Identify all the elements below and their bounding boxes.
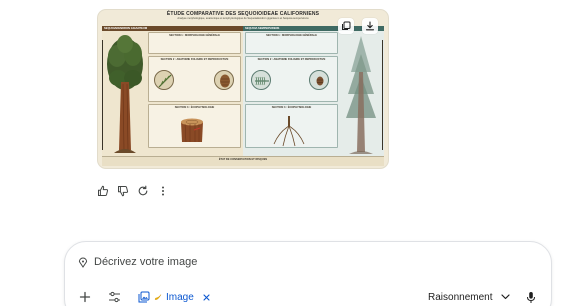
height-scale <box>102 40 103 150</box>
regenerate-button[interactable] <box>135 183 150 198</box>
plus-icon <box>79 291 91 303</box>
model-selector-label: Raisonnement <box>428 291 493 303</box>
right-section2-title: SECTION 2 : ANATOMIE FOLIAIRE ET REPRODU… <box>257 58 326 61</box>
tools-button[interactable] <box>108 289 121 305</box>
right-section3-title: SECTION 3 : ÉCOPHYSIOLOGIE <box>271 106 312 109</box>
image-chip-label: Image <box>166 291 194 303</box>
foliage-detail-circle <box>154 70 174 90</box>
thumb-up-icon <box>97 185 108 196</box>
stump-cross-section-illustration <box>181 118 203 143</box>
poster-footer-title: ÉTAT DE CONSERVATION ET RISQUES <box>218 158 268 161</box>
roots-illustration <box>273 116 305 147</box>
image-mode-chip[interactable]: Image <box>138 289 211 305</box>
poster-right-column: SEQUOIA SEMPERVIRENS SECTION 1 : MORPHOL… <box>243 26 384 162</box>
chevron-down-icon <box>501 294 511 300</box>
small-cone-detail-circle <box>309 70 329 90</box>
microphone-button[interactable] <box>526 289 536 305</box>
prompt-input[interactable]: Décrivez votre image <box>78 256 197 268</box>
prompt-toolbar: Image Raisonnement <box>78 289 552 305</box>
download-icon <box>365 21 375 31</box>
add-button[interactable] <box>79 289 91 305</box>
prompt-placeholder: Décrivez votre image <box>94 256 198 268</box>
height-scale-right <box>382 40 383 150</box>
left-section2-title: SECTION 2 : ANATOMIE FOLIAIRE ET REPRODU… <box>160 58 229 61</box>
coast-redwood-tree-illustration <box>346 36 376 154</box>
left-section1-title: SECTION 1 : MORPHOLOGIE GÉNÉRALE <box>169 34 220 37</box>
banana-icon <box>154 294 162 300</box>
needles-detail-circle <box>251 70 271 90</box>
left-column-header: SEQUOIADENDRON GIGANTEUM <box>102 26 243 31</box>
microphone-icon <box>527 291 535 303</box>
more-vert-icon <box>161 186 164 195</box>
left-section3-title: SECTION 3 : ÉCOPHYSIOLOGIE <box>174 106 215 109</box>
cone-detail-circle <box>214 70 234 90</box>
left-section-morphology: SECTION 1 : MORPHOLOGIE GÉNÉRALE <box>148 32 241 54</box>
right-section1-title: SECTION 1 : MORPHOLOGIE GÉNÉRALE <box>266 34 317 37</box>
poster-subtitle: Analyse morphologique, anatomique et éco… <box>177 17 309 20</box>
generated-image[interactable]: ÉTUDE COMPARATIVE DES SEQUOIOIDEAE CALIF… <box>98 10 388 168</box>
poster-footer: ÉTAT DE CONSERVATION ET RISQUES <box>102 156 384 166</box>
tune-icon <box>109 291 120 303</box>
giant-sequoia-tree-illustration <box>107 35 143 153</box>
response-actions <box>95 183 170 198</box>
copy-image-button[interactable] <box>338 18 354 34</box>
thumb-down-button[interactable] <box>115 183 130 198</box>
image-gallery-icon <box>138 291 150 303</box>
close-icon[interactable] <box>202 293 211 302</box>
poster-left-column: SEQUOIADENDRON GIGANTEUM SECTION 1 : MOR… <box>102 26 243 162</box>
download-image-button[interactable] <box>362 18 378 34</box>
copy-icon <box>342 21 351 30</box>
image-prompt-icon <box>78 256 88 268</box>
regenerate-icon <box>138 185 147 195</box>
thumb-up-button[interactable] <box>95 183 110 198</box>
model-selector[interactable]: Raisonnement <box>428 289 511 305</box>
right-section-morphology: SECTION 1 : MORPHOLOGIE GÉNÉRALE <box>245 32 338 54</box>
more-options-button[interactable] <box>155 183 170 198</box>
thumb-down-icon <box>117 185 128 196</box>
